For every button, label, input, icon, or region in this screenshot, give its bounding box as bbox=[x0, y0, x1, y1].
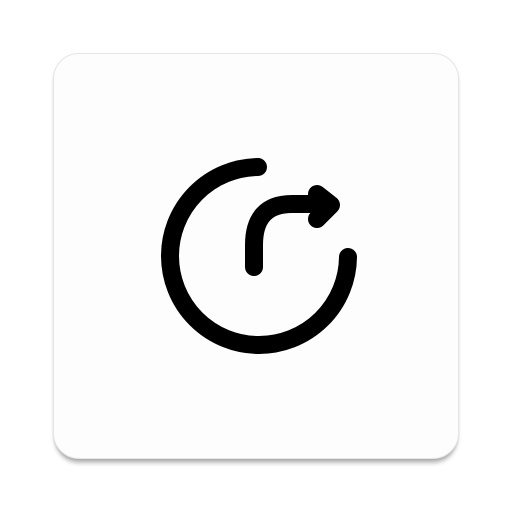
arrow-head bbox=[308, 185, 340, 228]
redo-rotate-icon bbox=[0, 0, 512, 512]
app-icon-canvas bbox=[0, 0, 512, 512]
